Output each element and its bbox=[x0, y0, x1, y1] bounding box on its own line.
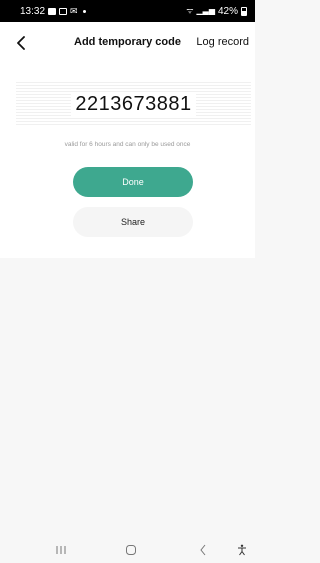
signal-icon: ▁▃▅ bbox=[196, 6, 215, 15]
status-left: 13:32 ✉ bbox=[20, 6, 86, 17]
nav-recents-button[interactable] bbox=[54, 542, 68, 558]
system-nav-bar bbox=[0, 536, 255, 563]
home-icon bbox=[126, 545, 136, 555]
status-time: 13:32 bbox=[20, 5, 46, 17]
status-bar: 13:32 ✉ ᯤ ▁▃▅ 42% bbox=[0, 0, 255, 22]
recents-icon bbox=[56, 546, 66, 554]
log-record-link[interactable]: Log record bbox=[196, 36, 249, 48]
battery-icon bbox=[241, 6, 247, 16]
header: Add temporary code Log record bbox=[0, 22, 255, 66]
phone-screen: 13:32 ✉ ᯤ ▁▃▅ 42% Add temporary code Log… bbox=[0, 0, 255, 563]
smart-home-icon bbox=[59, 7, 68, 15]
battery-percent: 42% bbox=[217, 5, 238, 17]
temporary-code-value: 2213673881 bbox=[71, 92, 196, 116]
notification-dot-icon bbox=[82, 9, 86, 13]
back-icon bbox=[200, 544, 206, 556]
nav-home-button[interactable] bbox=[124, 542, 138, 558]
done-button[interactable]: Done bbox=[73, 167, 193, 197]
accessibility-icon bbox=[238, 544, 246, 556]
gallery-icon bbox=[48, 7, 57, 15]
nav-accessibility-button[interactable] bbox=[236, 542, 248, 558]
validity-note: valid for 6 hours and can only be used o… bbox=[64, 141, 191, 148]
share-button[interactable]: Share bbox=[73, 207, 193, 237]
wifi-icon: ᯤ bbox=[186, 6, 194, 15]
status-right: ᯤ ▁▃▅ 42% bbox=[186, 6, 247, 17]
nav-back-button[interactable] bbox=[197, 542, 209, 558]
mail-icon: ✉ bbox=[70, 5, 78, 16]
code-card: 2213673881 valid for 6 hours and can onl… bbox=[0, 66, 255, 258]
code-display: 2213673881 bbox=[16, 82, 251, 126]
